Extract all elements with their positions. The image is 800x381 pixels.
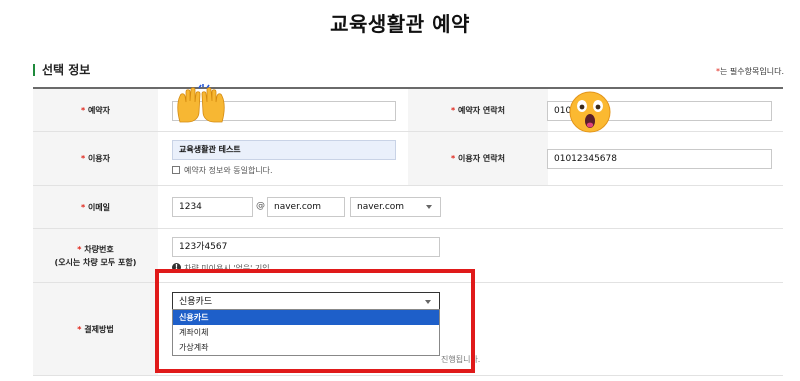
page-title: 교육생활관 예약 xyxy=(330,12,470,36)
info-icon: ! xyxy=(172,263,181,272)
row-email: * 이메일 1234 @ naver.com naver.com xyxy=(33,186,783,229)
required-note-text: 는 필수항목입니다. xyxy=(720,67,784,76)
required-star: * xyxy=(451,154,456,163)
email-at-sign: @ xyxy=(256,201,265,211)
car-notice: ! 차량 미이용시 '없음' 기입 xyxy=(172,263,270,274)
chevron-down-icon xyxy=(426,205,432,209)
row-reserver: * 예약자 * 예약자 연락처 010 xyxy=(33,89,783,132)
payment-option-credit-card[interactable]: 신용카드 xyxy=(173,310,439,325)
car-label: * 차량번호 (오시는 차량 모두 포함) xyxy=(33,229,158,282)
raising-hands-icon xyxy=(174,84,228,124)
row-car: * 차량번호 (오시는 차량 모두 포함) 123가4567 ! 차량 미이용시 … xyxy=(33,229,783,283)
user-label: * 이용자 xyxy=(33,132,158,185)
email-local-input[interactable]: 1234 xyxy=(172,197,253,217)
email-domain-select[interactable]: naver.com xyxy=(350,197,441,217)
section-title: 선택 정보 xyxy=(33,64,90,76)
reserver-phone-label: * 예약자 연락처 xyxy=(408,89,548,131)
user-phone-label: * 이용자 연락처 xyxy=(408,132,548,185)
email-domain-input[interactable]: naver.com xyxy=(267,197,345,217)
payment-option-virtual-account[interactable]: 가상계좌 xyxy=(173,340,439,355)
checkbox-icon xyxy=(172,165,180,174)
same-as-reserver-checkbox[interactable]: 예약자 정보와 동일합니다. xyxy=(172,165,273,176)
row-user: * 이용자 교육생활관 테스트 예약자 정보와 동일합니다. * 이용자 연락처… xyxy=(33,132,783,186)
required-star: * xyxy=(80,202,86,212)
required-star: * xyxy=(451,105,456,115)
required-star: * xyxy=(80,105,86,115)
required-star: * xyxy=(77,244,82,254)
astonished-face-icon xyxy=(567,90,613,134)
payment-label: * 결제방법 xyxy=(33,283,158,375)
required-star: * xyxy=(80,154,86,163)
payment-options-list: 신용카드 계좌이체 가상계좌 xyxy=(172,309,440,356)
email-label: * 이메일 xyxy=(33,186,158,228)
payment-option-bank-transfer[interactable]: 계좌이체 xyxy=(173,325,439,340)
user-phone-input[interactable]: 01012345678 xyxy=(547,149,772,169)
required-note: *는 필수항목입니다. xyxy=(716,66,784,77)
payment-footnote: 진행됩니다. xyxy=(441,355,481,364)
user-input[interactable]: 교육생활관 테스트 xyxy=(172,140,396,160)
required-star: * xyxy=(77,324,82,334)
reserver-label: * 예약자 xyxy=(33,89,158,131)
car-number-input[interactable]: 123가4567 xyxy=(172,237,440,257)
chevron-down-icon xyxy=(425,300,431,304)
